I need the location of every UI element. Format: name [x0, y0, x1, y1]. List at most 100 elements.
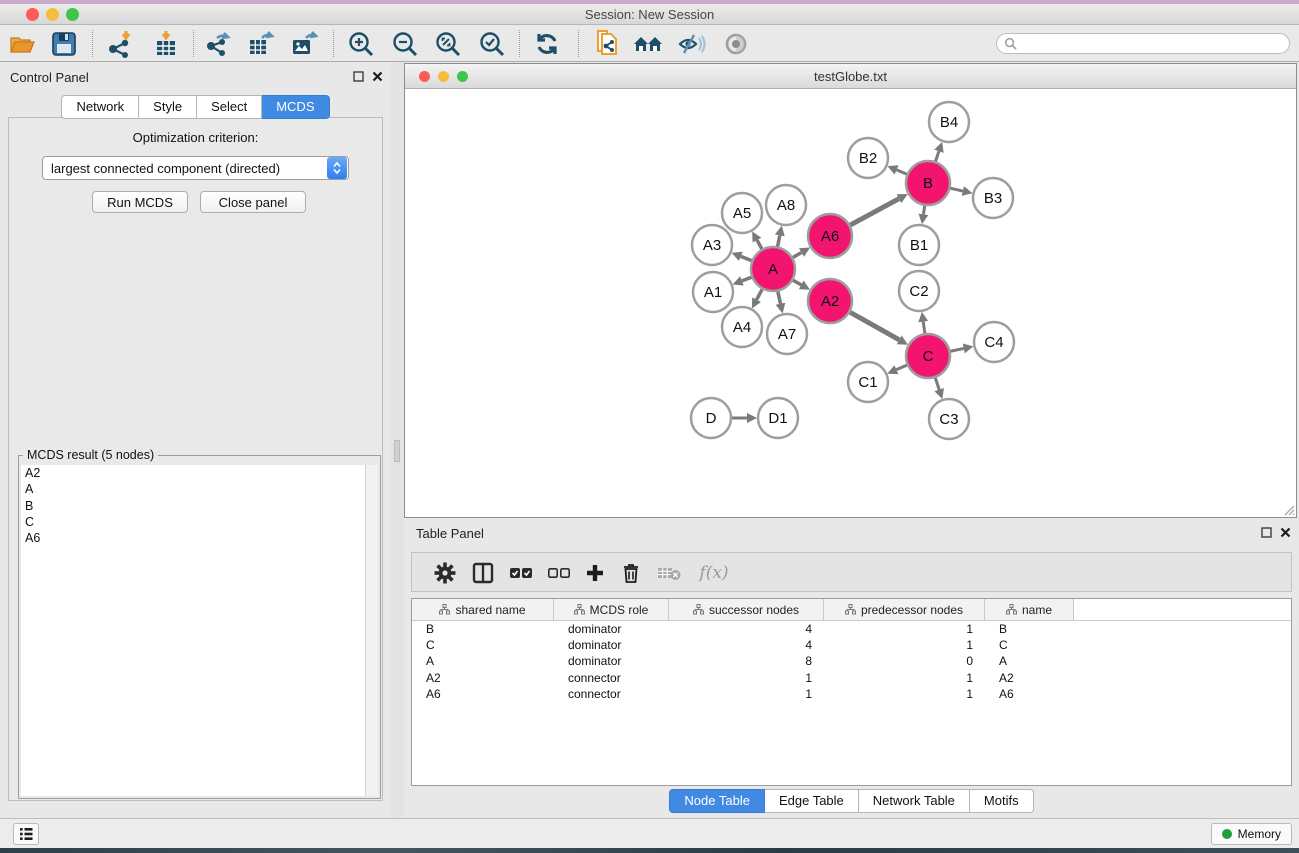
tab-motifs[interactable]: Motifs: [970, 789, 1034, 813]
import-table-button[interactable]: [149, 27, 183, 60]
cell-name[interactable]: A6: [985, 687, 1074, 701]
cell-successor-nodes[interactable]: 4: [669, 638, 824, 652]
result-item-b[interactable]: B: [21, 498, 365, 514]
cell-successor-nodes[interactable]: 8: [669, 654, 824, 668]
edge-B-B1[interactable]: [923, 206, 924, 215]
node-A4[interactable]: A4: [722, 307, 762, 347]
node-A7[interactable]: A7: [767, 314, 807, 354]
node-B2[interactable]: B2: [848, 138, 888, 178]
splitter-grip[interactable]: [394, 440, 400, 462]
node-A3[interactable]: A3: [692, 225, 732, 265]
node-A2[interactable]: A2: [808, 279, 852, 323]
node-D[interactable]: D: [691, 398, 731, 438]
add-row-button[interactable]: [580, 559, 610, 587]
edge-A-A5[interactable]: [757, 240, 762, 249]
network-graph[interactable]: B4B2BB3B1A5A8A3A6AA1A2A4A7C2C4CC1C3DD1: [405, 89, 1296, 517]
tab-style[interactable]: Style: [139, 95, 197, 119]
zoom-out-button[interactable]: [388, 27, 422, 60]
function-builder-button[interactable]: f(x): [692, 559, 736, 587]
memory-button[interactable]: Memory: [1211, 823, 1292, 845]
column-header-shared-name[interactable]: shared name: [412, 599, 554, 620]
cell-name[interactable]: B: [985, 622, 1074, 636]
hide-details-button[interactable]: [674, 27, 708, 60]
tab-node-table[interactable]: Node Table: [669, 789, 765, 813]
table-row[interactable]: Bdominator41B: [412, 621, 1291, 637]
edge-A-A7[interactable]: [778, 291, 781, 303]
result-list-scrollbar[interactable]: [365, 465, 378, 796]
float-table-panel-icon[interactable]: [1261, 527, 1272, 538]
tab-network-table[interactable]: Network Table: [859, 789, 970, 813]
node-B4[interactable]: B4: [929, 102, 969, 142]
close-panel-button[interactable]: Close panel: [200, 191, 306, 213]
edge-C-C2[interactable]: [923, 322, 925, 334]
select-all-button[interactable]: [506, 559, 536, 587]
cell-successor-nodes[interactable]: 4: [669, 622, 824, 636]
close-table-panel-icon[interactable]: [1280, 527, 1291, 538]
result-item-c[interactable]: C: [21, 514, 365, 530]
edge-B-B2[interactable]: [897, 170, 907, 174]
edge-C-C3[interactable]: [935, 378, 939, 390]
edge-A-A3[interactable]: [741, 256, 752, 260]
search-input[interactable]: [1017, 37, 1267, 51]
cell-MCDS-role[interactable]: dominator: [554, 638, 669, 652]
node-A8[interactable]: A8: [766, 185, 806, 225]
edge-B-B4[interactable]: [935, 151, 938, 161]
network-window-titlebar[interactable]: testGlobe.txt: [405, 64, 1296, 89]
refresh-button[interactable]: [530, 27, 564, 60]
result-item-a[interactable]: A: [21, 481, 365, 497]
open-session-button[interactable]: [5, 27, 39, 60]
cell-predecessor-nodes[interactable]: 1: [824, 638, 985, 652]
task-history-button[interactable]: [13, 823, 39, 845]
tab-network[interactable]: Network: [61, 95, 139, 119]
panel-splitter[interactable]: [391, 62, 404, 818]
cell-predecessor-nodes[interactable]: 1: [824, 622, 985, 636]
close-panel-icon[interactable]: [372, 71, 383, 82]
cell-predecessor-nodes[interactable]: 1: [824, 687, 985, 701]
edge-A-A6[interactable]: [793, 253, 802, 258]
node-B1[interactable]: B1: [899, 225, 939, 265]
zoom-in-button[interactable]: [344, 27, 378, 60]
cell-successor-nodes[interactable]: 1: [669, 671, 824, 685]
cell-name[interactable]: A2: [985, 671, 1074, 685]
edge-A-A8[interactable]: [778, 235, 780, 246]
result-item-a2[interactable]: A2: [21, 465, 365, 481]
table-row[interactable]: Cdominator41C: [412, 637, 1291, 653]
node-D1[interactable]: D1: [758, 398, 798, 438]
column-header-MCDS-role[interactable]: MCDS role: [554, 599, 669, 620]
node-C2[interactable]: C2: [899, 271, 939, 311]
zoom-fit-button[interactable]: [431, 27, 465, 60]
save-session-button[interactable]: [47, 27, 81, 60]
delete-row-button[interactable]: [616, 559, 646, 587]
home-layout-button[interactable]: [631, 27, 665, 60]
export-network-button[interactable]: [201, 27, 235, 60]
node-table[interactable]: shared nameMCDS rolesuccessor nodesprede…: [411, 598, 1292, 786]
criterion-dropdown[interactable]: largest connected component (directed): [42, 156, 349, 180]
node-A1[interactable]: A1: [693, 272, 733, 312]
float-panel-icon[interactable]: [353, 71, 364, 82]
show-details-button[interactable]: [719, 27, 753, 60]
cell-predecessor-nodes[interactable]: 0: [824, 654, 985, 668]
table-row[interactable]: Adominator80A: [412, 653, 1291, 669]
cell-shared-name[interactable]: A2: [412, 671, 554, 685]
tab-mcds[interactable]: MCDS: [262, 95, 329, 119]
node-C3[interactable]: C3: [929, 399, 969, 439]
node-B3[interactable]: B3: [973, 178, 1013, 218]
cell-MCDS-role[interactable]: dominator: [554, 654, 669, 668]
tab-edge-table[interactable]: Edge Table: [765, 789, 859, 813]
node-C[interactable]: C: [906, 334, 950, 378]
cell-name[interactable]: A: [985, 654, 1074, 668]
cell-successor-nodes[interactable]: 1: [669, 687, 824, 701]
table-row[interactable]: A6connector11A6: [412, 686, 1291, 702]
edge-A-A2[interactable]: [793, 280, 801, 285]
zoom-selected-button[interactable]: [475, 27, 509, 60]
import-network-button[interactable]: [103, 27, 137, 60]
node-C1[interactable]: C1: [848, 362, 888, 402]
export-image-button[interactable]: [287, 27, 321, 60]
node-C4[interactable]: C4: [974, 322, 1014, 362]
node-A5[interactable]: A5: [722, 193, 762, 233]
tab-select[interactable]: Select: [197, 95, 262, 119]
select-columns-button[interactable]: [468, 559, 498, 587]
column-header-name[interactable]: name: [985, 599, 1074, 620]
edge-C-C4[interactable]: [950, 348, 963, 351]
edge-A2-C[interactable]: [850, 312, 899, 340]
